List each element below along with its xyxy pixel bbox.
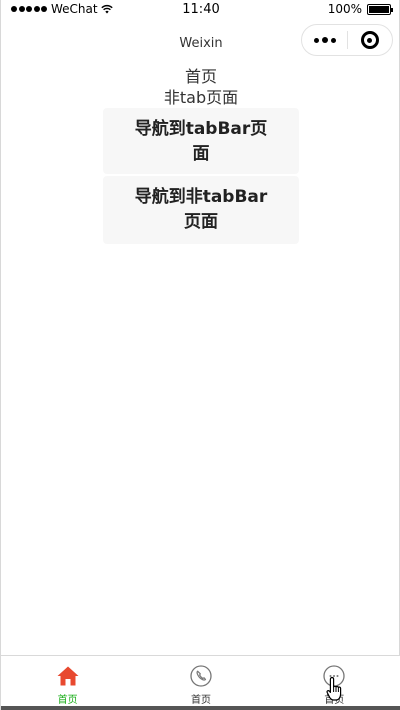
navigation-bar: Weixin xyxy=(1,20,400,66)
navigate-to-non-tabbar-button[interactable]: 导航到非tabBar页面 xyxy=(103,176,299,244)
more-dots-icon[interactable] xyxy=(302,25,347,55)
phone-icon xyxy=(190,665,212,687)
navigate-to-tabbar-button[interactable]: 导航到tabBar页面 xyxy=(103,108,299,174)
page-heading: 首页 xyxy=(184,67,217,86)
status-bar-right: 100% xyxy=(327,2,393,16)
close-target-icon[interactable] xyxy=(348,25,392,55)
tab-phone[interactable]: 首页 xyxy=(134,656,267,706)
home-icon xyxy=(57,666,79,686)
hand-cursor-icon xyxy=(326,676,342,701)
page-content: 首页 非tab页面 导航到tabBar页面 导航到非tabBar页面 xyxy=(1,66,400,244)
battery-icon xyxy=(367,3,393,15)
tab-label: 首页 xyxy=(190,695,211,706)
phone-screen: WeChat 11:40 100% Weixin 首页 非tab页面 导航到ta… xyxy=(0,0,400,710)
tab-home[interactable]: 首页 xyxy=(1,656,134,706)
bottom-edge-strip xyxy=(1,706,400,710)
status-bar: WeChat 11:40 100% xyxy=(1,0,400,20)
menu-capsule xyxy=(301,24,393,56)
battery-percent: 100% xyxy=(327,2,362,16)
page-subheading: 非tab页面 xyxy=(163,88,239,107)
tab-label: 首页 xyxy=(57,695,78,706)
